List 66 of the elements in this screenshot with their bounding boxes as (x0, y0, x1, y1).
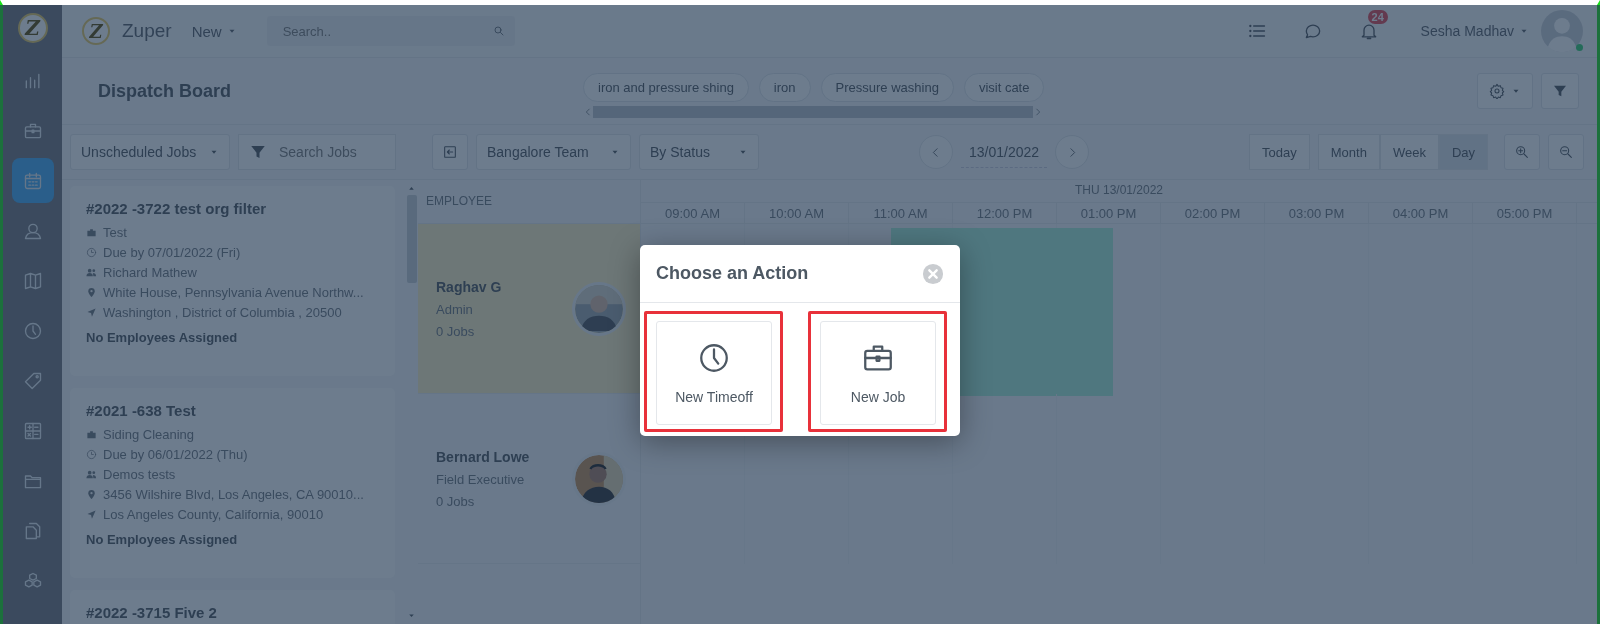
scroll-left-icon (583, 107, 593, 117)
clock-icon (86, 449, 97, 460)
settings-button[interactable] (1477, 73, 1533, 109)
avatar-icon (1541, 10, 1583, 52)
calendar-icon (22, 170, 43, 191)
tag-chip[interactable]: iron and pressure shing (583, 73, 749, 102)
action-button[interactable]: New Job (820, 321, 936, 425)
tag-icon (22, 370, 43, 391)
zoom-out-button[interactable] (1548, 134, 1584, 170)
employee-name: Bernard Lowe (436, 448, 531, 465)
assignment-status: No Employees Assigned (86, 330, 239, 345)
logo: Z (17, 13, 48, 43)
map-pin-icon (86, 287, 97, 298)
map-pin-icon (86, 489, 97, 500)
job-title: #2021 -638 Test (86, 402, 197, 419)
zoom-in-icon (1514, 144, 1530, 160)
next-button[interactable] (1055, 135, 1090, 169)
collapse-button[interactable] (432, 134, 468, 170)
close-button[interactable] (922, 262, 944, 285)
briefcase-icon (86, 429, 97, 440)
assignment-status: No Employees Assigned (86, 532, 239, 547)
job-title: #2022 -3722 test org filter (86, 200, 268, 217)
close-icon (922, 262, 944, 285)
location-arrow-icon (86, 307, 97, 318)
users-icon (86, 267, 97, 278)
logo: Z (82, 17, 110, 45)
view-tab[interactable]: Week (1379, 134, 1439, 170)
new-menu[interactable]: New (191, 22, 237, 40)
tag-chip[interactable]: Pressure washing (820, 73, 954, 102)
sidebar-item[interactable] (11, 158, 54, 203)
job-filter-dropdown[interactable]: Unscheduled Jobs (70, 134, 230, 170)
filter-icon (1552, 83, 1568, 99)
dialog-title: Choose an Action (656, 263, 809, 284)
filter-button[interactable] (1541, 73, 1579, 109)
collapse-icon (442, 144, 458, 160)
user-menu[interactable]: Sesha Madhav (1420, 23, 1529, 39)
scroll-up-icon (407, 184, 416, 193)
settings-icon (1489, 83, 1505, 99)
scroll-down-icon (407, 611, 416, 620)
date-label[interactable]: 13/01/2022 (961, 136, 1048, 168)
briefcase-icon (86, 227, 97, 238)
job-title: #2022 -3715 Five 2 (86, 604, 218, 621)
users-icon (86, 469, 97, 480)
calculator-icon (22, 420, 43, 441)
previous-button[interactable] (919, 135, 953, 169)
location-arrow-icon (86, 509, 97, 520)
clock-icon (697, 341, 731, 375)
brand-name: Zuper (122, 20, 172, 42)
tag-chip[interactable]: visit cate (963, 73, 1045, 102)
employee-name: Raghav G (436, 278, 503, 295)
notification-badge: 24 (1367, 10, 1388, 24)
clock-icon (86, 247, 97, 258)
map-icon (22, 270, 43, 291)
view-tab[interactable]: Month (1317, 134, 1380, 170)
team-dropdown[interactable]: Bangalore Team (476, 134, 631, 170)
zoom-in-button[interactable] (1504, 134, 1540, 170)
view-tab[interactable]: Today (1249, 134, 1310, 170)
grouping-dropdown[interactable]: By Status (639, 134, 759, 170)
zoom-out-icon (1558, 144, 1574, 160)
tag-chip[interactable]: iron (758, 73, 811, 102)
action-button[interactable]: New Timeoff (656, 321, 772, 425)
clock-icon (22, 320, 43, 341)
page-title: Dispatch Board (98, 80, 233, 102)
filter-icon (249, 143, 267, 161)
search-icon (492, 25, 505, 37)
scroll-right-icon (1033, 107, 1043, 117)
